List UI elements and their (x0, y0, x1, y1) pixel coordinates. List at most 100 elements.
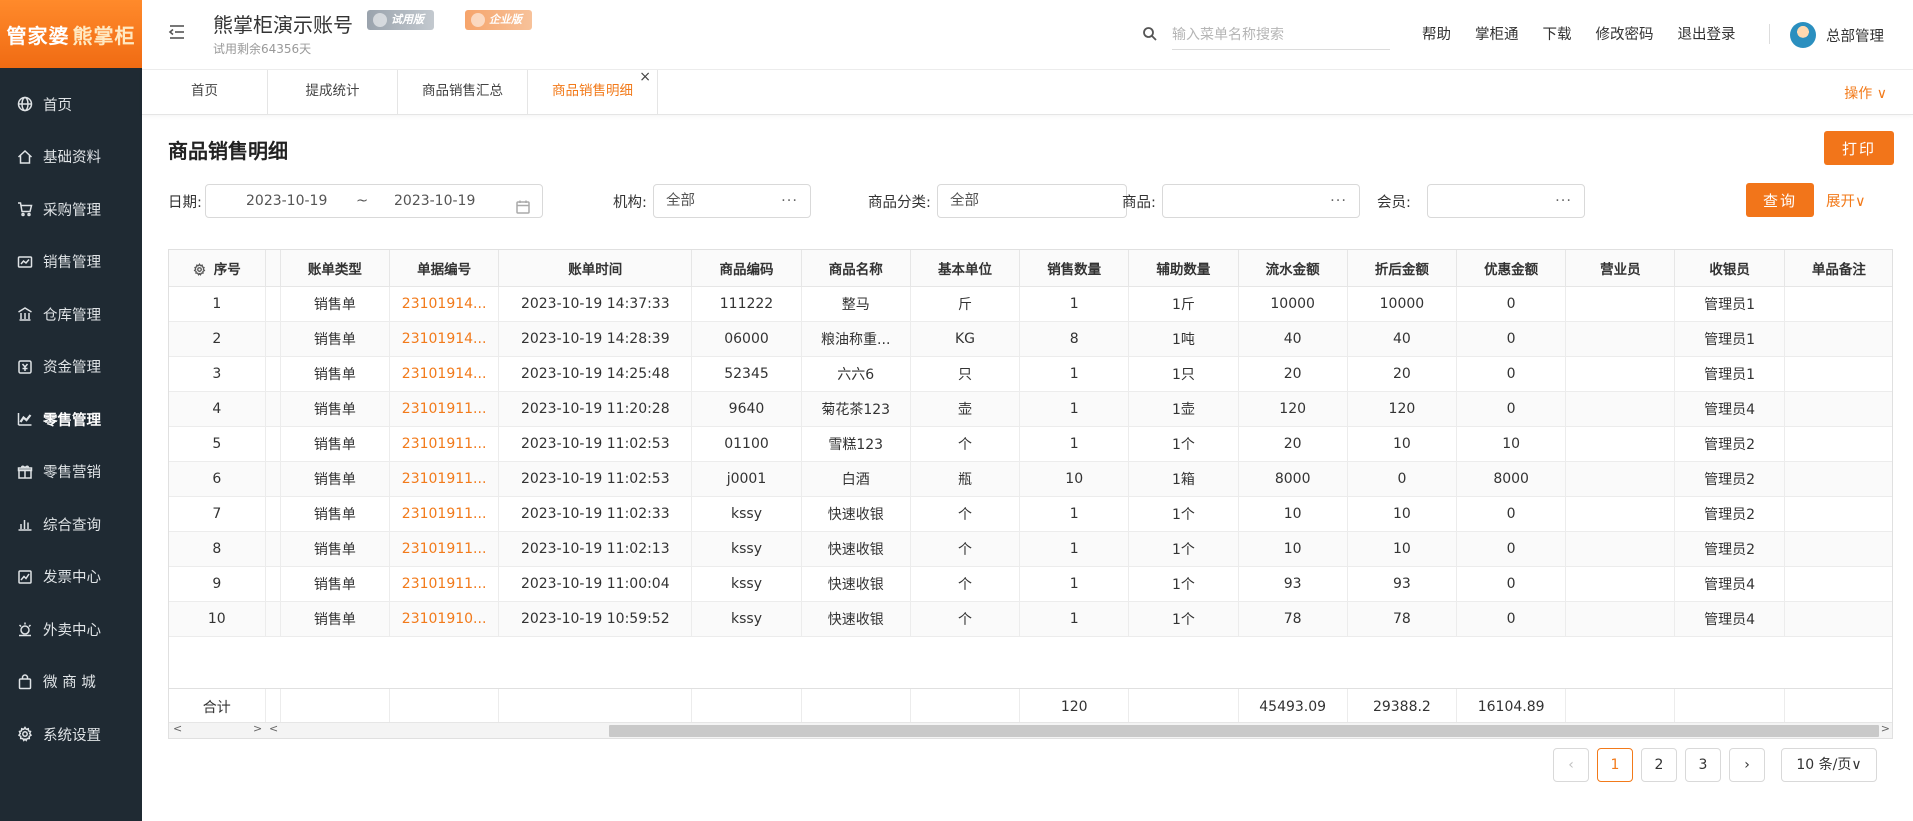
cell-cashier: 管理员4 (1674, 566, 1785, 602)
sidebar-item-0[interactable]: 首页 (0, 78, 142, 131)
col-header-flow-amount[interactable]: 流水金额 (1238, 250, 1348, 287)
sidebar-item-5[interactable]: 资金管理 (0, 341, 142, 394)
col-header-base-unit[interactable]: 基本单位 (910, 250, 1021, 287)
scroll-left-arrow-icon[interactable]: < (173, 722, 182, 735)
col-header-bill-no[interactable]: 单据编号 (389, 250, 500, 287)
sidebar-item-3[interactable]: 销售管理 (0, 236, 142, 289)
scroll-left-arrow-b-icon[interactable]: < (269, 722, 278, 735)
sidebar-item-10[interactable]: 外卖中心 (0, 603, 142, 656)
col-header-salesperson[interactable]: 营业员 (1565, 250, 1676, 287)
logout-link[interactable]: 退出登录 (1678, 23, 1736, 44)
col-header-bill-time[interactable]: 账单时间 (498, 250, 693, 287)
col-header-sales-qty[interactable]: 销售数量 (1019, 250, 1130, 287)
horizontal-scrollbar[interactable]: < > < > (169, 722, 1892, 738)
zhanggui-link[interactable]: 掌柜通 (1475, 23, 1519, 44)
cell-bill-no[interactable]: 23101911... (389, 426, 500, 462)
change-password-link[interactable]: 修改密码 (1596, 23, 1654, 44)
tab-home[interactable]: 首页 (142, 70, 268, 115)
date-range-picker[interactable]: 2023-10-19 ~ 2023-10-19 (205, 184, 543, 218)
cell-bill-no[interactable]: 23101911... (389, 566, 500, 602)
table-row[interactable]: 3 销售单 23101914... 2023-10-19 14:25:48 52345 六… (169, 356, 1892, 392)
org-more-icon[interactable]: ··· (781, 185, 798, 217)
sidebar-item-11[interactable]: 微 商 城 (0, 656, 142, 709)
sidebar-item-9[interactable]: 发票中心 (0, 551, 142, 604)
product-more-icon[interactable]: ··· (1330, 185, 1347, 217)
next-page-button[interactable]: › (1729, 748, 1765, 782)
cell-bill-no[interactable]: 23101911... (389, 461, 500, 497)
cell-bill-no[interactable]: 23101911... (389, 531, 500, 567)
table-row[interactable]: 9 销售单 23101911... 2023-10-19 11:00:04 kssy 快速… (169, 566, 1892, 602)
menu-toggle-icon[interactable] (167, 22, 187, 42)
cell-bill-no[interactable]: 23101914... (389, 321, 500, 357)
col-header-product-code[interactable]: 商品编码 (691, 250, 802, 287)
cell-bill-no[interactable]: 23101911... (389, 391, 500, 427)
sum-base-unit (910, 689, 1021, 724)
download-link[interactable]: 下载 (1543, 23, 1572, 44)
page-size-select[interactable]: 10 条/页∨ (1781, 748, 1877, 782)
page-2-button[interactable]: 2 (1641, 748, 1677, 782)
scrollbar-thumb[interactable] (609, 725, 1879, 737)
col-header-seq[interactable]: 序号 (169, 250, 266, 287)
sidebar-item-6[interactable]: 零售管理 (0, 393, 142, 446)
table-row[interactable]: 4 销售单 23101911... 2023-10-19 11:20:28 9640 菊花… (169, 391, 1892, 427)
column-settings-gear-icon[interactable] (193, 262, 206, 276)
prev-page-button[interactable]: ‹ (1553, 748, 1589, 782)
date-start[interactable]: 2023-10-19 (246, 185, 327, 217)
cell-bill-no[interactable]: 23101910... (389, 601, 500, 637)
org-select[interactable]: 全部 ··· (653, 184, 811, 218)
user-name[interactable]: 总部管理 (1826, 25, 1884, 46)
table-row[interactable]: 2 销售单 23101914... 2023-10-19 14:28:39 06000 粮… (169, 321, 1892, 357)
query-button[interactable]: 查询 (1746, 183, 1814, 217)
scroll-right-arrow-a-icon[interactable]: > (253, 722, 262, 735)
search-icon[interactable] (1142, 26, 1158, 42)
cell-bill-no[interactable]: 23101914... (389, 286, 500, 322)
avatar[interactable] (1790, 22, 1816, 48)
member-more-icon[interactable]: ··· (1555, 185, 1572, 217)
cell-product-name: 整马 (801, 286, 911, 322)
col-header-discounted-amount[interactable]: 折后金额 (1347, 250, 1458, 287)
table-row[interactable]: 6 销售单 23101911... 2023-10-19 11:02:53 j0001 白… (169, 461, 1892, 497)
operations-menu[interactable]: 操作 ∨ (1844, 83, 1887, 103)
sidebar-item-4[interactable]: 仓库管理 (0, 288, 142, 341)
table-row[interactable]: 7 销售单 23101911... 2023-10-19 11:02:33 kssy 快速… (169, 496, 1892, 532)
expand-filters-link[interactable]: 展开∨ (1826, 190, 1866, 211)
col-header-cashier[interactable]: 收银员 (1674, 250, 1785, 287)
app-logo[interactable]: 管家婆 熊掌柜 (0, 0, 142, 68)
page-1-button[interactable]: 1 (1597, 748, 1633, 782)
calendar-icon[interactable] (516, 194, 530, 214)
product-select[interactable]: ··· (1162, 184, 1360, 218)
cell-bill-no[interactable]: 23101914... (389, 356, 500, 392)
cell-bill-no[interactable]: 23101911... (389, 496, 500, 532)
sidebar-item-1[interactable]: 基础资料 (0, 131, 142, 184)
cell-discounted-amount: 40 (1347, 321, 1458, 357)
sidebar-item-12[interactable]: 系统设置 (0, 708, 142, 761)
tab-commission-label: 提成统计 (305, 83, 360, 99)
sidebar-item-7[interactable]: 零售营销 (0, 446, 142, 499)
cell-product-code: 52345 (691, 356, 802, 392)
sidebar-item-8[interactable]: 综合查询 (0, 498, 142, 551)
col-header-aux-qty[interactable]: 辅助数量 (1128, 250, 1239, 287)
table-row[interactable]: 1 销售单 23101914... 2023-10-19 14:37:33 111222… (169, 286, 1892, 322)
tab-sales-summary[interactable]: 商品销售汇总 (398, 70, 528, 115)
cell-product-code: kssy (691, 601, 802, 637)
col-header-item-remark[interactable]: 单品备注 (1784, 250, 1892, 287)
help-link[interactable]: 帮助 (1422, 23, 1451, 44)
table-row[interactable]: 5 销售单 23101911... 2023-10-19 11:02:53 01100 雪… (169, 426, 1892, 462)
col-header-bill-type[interactable]: 账单类型 (280, 250, 390, 287)
table-row[interactable]: 8 销售单 23101911... 2023-10-19 11:02:13 kssy 快速… (169, 531, 1892, 567)
sidebar-item-2[interactable]: 采购管理 (0, 183, 142, 236)
tab-sales-detail[interactable]: 商品销售明细 × (528, 69, 658, 115)
member-select[interactable]: ··· (1427, 184, 1585, 218)
table-row[interactable]: 10 销售单 23101910... 2023-10-19 10:59:52 kssy 快… (169, 601, 1892, 637)
page-3-button[interactable]: 3 (1685, 748, 1721, 782)
cell-seq: 4 (169, 391, 266, 427)
date-end[interactable]: 2023-10-19 (394, 185, 475, 217)
scroll-right-arrow-icon[interactable]: > (1881, 722, 1890, 735)
category-select[interactable]: 全部 (937, 184, 1127, 218)
menu-search-input[interactable] (1172, 20, 1390, 50)
print-button[interactable]: 打印 (1824, 131, 1894, 165)
tab-close-icon[interactable]: × (639, 56, 651, 99)
tab-commission[interactable]: 提成统计 (268, 70, 398, 115)
col-header-product-name[interactable]: 商品名称 (801, 250, 911, 287)
col-header-promo-amount[interactable]: 优惠金额 (1456, 250, 1567, 287)
